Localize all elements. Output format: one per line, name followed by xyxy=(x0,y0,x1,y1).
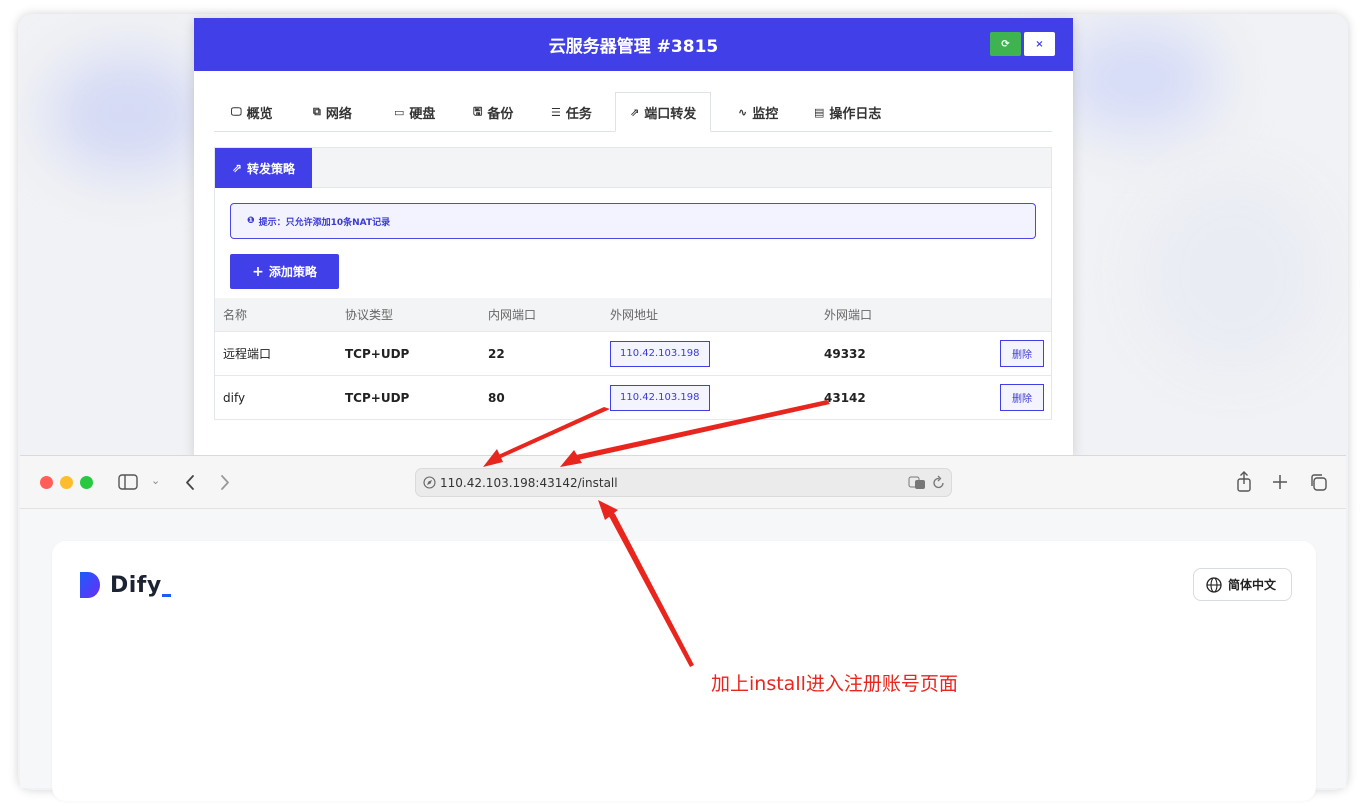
info-icon: ❶ xyxy=(247,216,255,226)
forwarding-panel: ⇗ 转发策略 ❶ 提示：只允许添加10条NAT记录 + 添加策略 名称 协议类型… xyxy=(214,147,1052,420)
plus-icon: + xyxy=(252,263,264,280)
dify-logo-underscore xyxy=(162,594,171,597)
annotation-text: 加上install进入注册账号页面 xyxy=(711,673,958,695)
tab-label: 端口转发 xyxy=(644,106,697,122)
task-list-icon: ☰ xyxy=(551,105,561,119)
back-arrow-icon[interactable] xyxy=(184,474,196,491)
modal-header: 云服务器管理 #3815 ⟳ × xyxy=(194,18,1073,71)
column-header-external-port: 外网端口 xyxy=(824,308,873,322)
refresh-button[interactable]: ⟳ xyxy=(990,32,1021,56)
nat-limit-notice: ❶ 提示：只允许添加10条NAT记录 xyxy=(230,203,1036,239)
language-selector[interactable]: 简体中文 xyxy=(1193,568,1292,601)
tab-label: 任务 xyxy=(565,106,592,122)
forwarding-table: 名称 协议类型 内网端口 外网地址 外网端口 远程端口 TCP+UDP 22 1… xyxy=(215,298,1051,420)
new-tab-icon[interactable] xyxy=(1272,474,1288,490)
delete-button[interactable]: 删除 xyxy=(1000,384,1044,411)
close-icon: × xyxy=(1035,38,1044,50)
add-policy-label: 添加策略 xyxy=(268,265,317,279)
hard-drive-icon: ▭ xyxy=(394,105,405,119)
floppy-disk-icon: 🖫 xyxy=(473,104,483,118)
table-row: 远程端口 TCP+UDP 22 110.42.103.198 49332 删除 xyxy=(215,332,1051,376)
tab-network[interactable]: ⧉ 网络 xyxy=(313,92,352,132)
tab-backup[interactable]: 🖫 备份 xyxy=(473,92,513,132)
screenshot-canvas: 云服务器管理 #3815 ⟳ × 🖵 概览 ⧉ 网络 ▭ 硬盘 🖫 备份 ☰ 任… xyxy=(0,0,1365,804)
tab-disk[interactable]: ▭ 硬盘 xyxy=(394,92,435,132)
browser-toolbar: ⌄ 110.42.103.198:43142/install xyxy=(20,456,1346,509)
tab-label: 概览 xyxy=(246,106,273,122)
column-header-protocol: 协议类型 xyxy=(345,308,394,322)
tab-label: 监控 xyxy=(752,106,779,122)
close-button[interactable]: × xyxy=(1024,32,1055,56)
document-icon: ▤ xyxy=(814,105,825,119)
globe-icon xyxy=(1206,576,1222,593)
row-name: dify xyxy=(223,390,246,405)
external-link-icon: ⇗ xyxy=(630,105,640,119)
tab-port-forwarding[interactable]: ⇗ 端口转发 xyxy=(615,92,712,132)
forwarding-policy-tab[interactable]: ⇗ 转发策略 xyxy=(215,148,312,188)
tab-label: 网络 xyxy=(325,106,352,122)
column-header-external-ip: 外网地址 xyxy=(610,308,659,322)
row-external-port: 49332 xyxy=(824,346,866,361)
chevron-down-icon[interactable]: ⌄ xyxy=(151,474,160,487)
tab-overview[interactable]: 🖵 概览 xyxy=(231,92,273,132)
column-header-internal-port: 内网端口 xyxy=(488,308,537,322)
sitemap-icon: ⧉ xyxy=(313,105,321,118)
url-text: 110.42.103.198:43142/install xyxy=(440,476,618,490)
table-row: dify TCP+UDP 80 110.42.103.198 43142 删除 xyxy=(215,376,1051,420)
dify-logo-icon xyxy=(80,572,100,598)
page-content: Dify 简体中文 xyxy=(20,509,1346,801)
column-header-name: 名称 xyxy=(223,308,248,322)
browser-window: ⌄ 110.42.103.198:43142/install Dify 简体中文 xyxy=(20,455,1346,801)
tab-label: 操作日志 xyxy=(829,106,882,122)
translate-icon[interactable] xyxy=(908,476,926,490)
forward-arrow-icon[interactable] xyxy=(219,474,231,491)
tab-overview-icon[interactable] xyxy=(1309,473,1327,491)
tab-bar: 🖵 概览 ⧉ 网络 ▭ 硬盘 🖫 备份 ☰ 任务 ⇗ 端口转发 ∿ 监控 ▤ 操… xyxy=(214,92,1052,132)
tab-operation-log[interactable]: ▤ 操作日志 xyxy=(814,92,881,132)
delete-button[interactable]: 删除 xyxy=(1000,340,1044,367)
table-header-row: 名称 协议类型 内网端口 外网地址 外网端口 xyxy=(215,298,1051,332)
notice-text: 提示：只允许添加10条NAT记录 xyxy=(258,217,391,228)
tab-label: 硬盘 xyxy=(409,106,436,122)
dify-logo-text: Dify xyxy=(110,573,162,598)
tab-label: 备份 xyxy=(487,106,514,122)
tab-tasks[interactable]: ☰ 任务 xyxy=(551,92,592,132)
pulse-icon: ∿ xyxy=(738,105,748,119)
add-policy-button[interactable]: + 添加策略 xyxy=(230,254,339,289)
monitor-icon: 🖵 xyxy=(231,105,242,118)
compass-icon xyxy=(423,476,436,489)
address-bar[interactable]: 110.42.103.198:43142/install xyxy=(415,468,952,497)
modal-title: 云服务器管理 #3815 xyxy=(548,37,719,57)
window-close-button[interactable] xyxy=(40,476,53,489)
dify-install-card: Dify 简体中文 xyxy=(52,541,1316,801)
row-external-ip-cell: 110.42.103.198 xyxy=(610,376,710,419)
row-internal-port: 80 xyxy=(488,390,505,405)
external-ip-button[interactable]: 110.42.103.198 xyxy=(610,384,710,411)
share-icon[interactable] xyxy=(1236,471,1252,492)
row-external-ip-cell: 110.42.103.198 xyxy=(610,332,710,375)
window-minimize-button[interactable] xyxy=(60,476,73,489)
tab-monitoring[interactable]: ∿ 监控 xyxy=(738,92,778,132)
row-protocol: TCP+UDP xyxy=(345,346,410,361)
external-ip-button[interactable]: 110.42.103.198 xyxy=(610,340,710,367)
row-internal-port: 22 xyxy=(488,346,505,361)
refresh-icon: ⟳ xyxy=(1001,38,1010,50)
sidebar-toggle-icon[interactable] xyxy=(118,474,138,490)
reload-icon[interactable] xyxy=(932,475,946,490)
server-management-modal: 云服务器管理 #3815 ⟳ × 🖵 概览 ⧉ 网络 ▭ 硬盘 🖫 备份 ☰ 任… xyxy=(194,18,1073,456)
row-external-port: 43142 xyxy=(824,390,866,405)
panel-header: ⇗ 转发策略 xyxy=(215,148,1051,188)
language-label: 简体中文 xyxy=(1228,578,1277,592)
row-protocol: TCP+UDP xyxy=(345,390,410,405)
panel-tab-label: 转发策略 xyxy=(247,161,296,176)
window-zoom-button[interactable] xyxy=(80,476,93,489)
row-name: 远程端口 xyxy=(223,347,272,361)
external-link-icon: ⇗ xyxy=(231,161,243,175)
